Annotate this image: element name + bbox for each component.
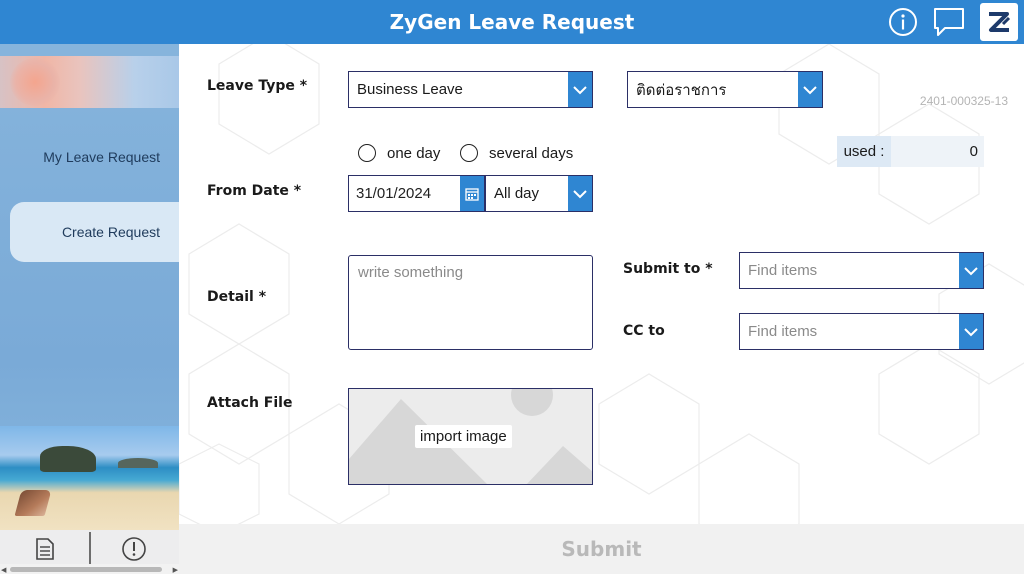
cc-to-placeholder: Find items [748, 323, 818, 340]
beach-image [0, 426, 179, 530]
from-date-label: From Date * [207, 183, 302, 199]
radio-label: several days [489, 144, 574, 162]
submit-to-combobox[interactable]: Find items [739, 252, 984, 289]
radio-one-day[interactable]: one day [358, 144, 440, 162]
request-reference-number: 2401-000325-13 [919, 94, 1008, 108]
calendar-icon[interactable] [460, 176, 484, 211]
sidebar-item-label: My Leave Request [43, 149, 160, 165]
info-button[interactable] [886, 5, 920, 39]
attach-image-box[interactable]: import image [348, 388, 593, 485]
chat-icon [934, 8, 964, 36]
radio-several-days[interactable]: several days [460, 144, 573, 162]
submit-to-placeholder: Find items [748, 262, 818, 279]
chevron-down-icon [568, 72, 592, 107]
radio-circle[interactable] [358, 144, 376, 162]
from-date-picker[interactable]: 31/01/2024 [348, 175, 485, 212]
document-button[interactable] [30, 534, 60, 564]
radio-circle[interactable] [460, 144, 478, 162]
chevron-down-icon [568, 176, 592, 211]
used-value: 0 [969, 143, 978, 160]
from-date-value: 31/01/2024 [356, 185, 432, 202]
alert-button[interactable] [119, 534, 149, 564]
scroll-left-icon[interactable]: ◀ [1, 566, 6, 574]
info-icon [889, 8, 917, 36]
leave-subtype-value: ติดต่อราชการ [636, 81, 727, 99]
app-header: ZyGen Leave Request [0, 0, 1024, 44]
profile-banner-image [0, 56, 179, 108]
detail-label: Detail * [207, 289, 267, 305]
radio-label: one day [387, 144, 441, 162]
profile-photo [10, 58, 60, 106]
attach-file-label: Attach File [207, 395, 293, 411]
submit-button-label: Submit [561, 537, 642, 561]
sidebar-scrollbar[interactable]: ◀ ▶ [0, 564, 179, 574]
alert-icon [122, 537, 146, 561]
cc-to-label: CC to [623, 323, 665, 339]
sidebar-item-my-leave-request[interactable]: My Leave Request [0, 128, 179, 186]
leave-type-dropdown[interactable]: Business Leave [348, 71, 593, 108]
divider [89, 532, 91, 564]
app-title: ZyGen Leave Request [389, 10, 635, 34]
used-days-display: used : 0 [837, 136, 984, 167]
submit-button[interactable]: Submit [179, 524, 1024, 574]
document-icon [36, 538, 54, 560]
leave-subtype-dropdown[interactable]: ติดต่อราชการ [627, 71, 823, 108]
zygen-logo-icon [984, 7, 1014, 37]
day-period-dropdown[interactable]: All day [485, 175, 593, 212]
used-label: used : [837, 136, 891, 167]
chat-button[interactable] [932, 5, 966, 39]
zygen-logo-button[interactable] [980, 3, 1018, 41]
day-period-value: All day [494, 185, 540, 202]
scroll-right-icon[interactable]: ▶ [173, 566, 178, 574]
leave-type-label: Leave Type * [207, 78, 308, 94]
cc-to-combobox[interactable]: Find items [739, 313, 984, 350]
sidebar-item-label: Create Request [61, 224, 160, 240]
chevron-down-icon [959, 314, 983, 349]
chevron-down-icon [959, 253, 983, 288]
sidebar: My Leave Request Create Request ◀ ▶ [0, 44, 179, 574]
submit-to-label: Submit to * [623, 261, 713, 277]
sidebar-item-create-request[interactable]: Create Request [10, 202, 179, 262]
leave-type-value: Business Leave [357, 81, 463, 98]
chevron-down-icon [798, 72, 822, 107]
import-image-button[interactable]: import image [415, 425, 512, 448]
scrollbar-thumb[interactable] [10, 567, 162, 572]
detail-textarea[interactable]: write something [348, 255, 593, 350]
request-form: 2401-000325-13 Leave Type * Business Lea… [179, 44, 1024, 524]
